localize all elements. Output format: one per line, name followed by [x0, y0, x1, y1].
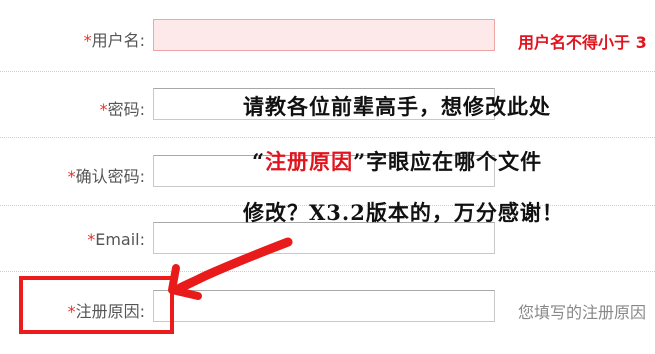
- red-arrow-icon: [168, 237, 293, 300]
